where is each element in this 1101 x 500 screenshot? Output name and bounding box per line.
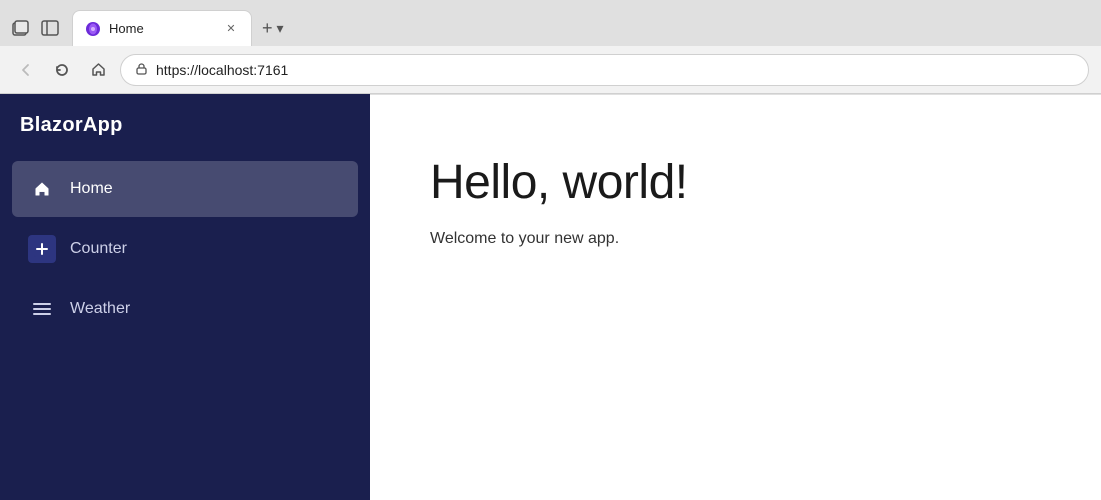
sidebar: BlazorApp Home [0,94,370,500]
address-bar: https://localhost:7161 [0,46,1101,94]
sidebar-item-counter[interactable]: Counter [12,221,358,277]
new-tab-button[interactable]: + ▾ [254,10,292,46]
url-text: https://localhost:7161 [156,62,288,78]
tab-title: Home [109,21,215,36]
weather-nav-icon [28,295,56,323]
lock-icon [135,62,148,78]
active-tab[interactable]: Home ✕ [72,10,252,46]
tabs-icon[interactable] [8,16,32,40]
sidebar-item-weather-label: Weather [70,300,130,318]
counter-nav-icon [28,235,56,263]
content-body: Hello, world! Welcome to your new app. [370,95,1101,308]
page-subtitle: Welcome to your new app. [430,230,1041,248]
home-button[interactable] [84,56,112,84]
sidebar-item-home[interactable]: Home [12,161,358,217]
tab-bar: Home ✕ + ▾ [0,0,1101,46]
back-button[interactable] [12,56,40,84]
url-bar[interactable]: https://localhost:7161 [120,54,1089,86]
sidebar-brand: BlazorApp [0,94,370,161]
main-content: Hello, world! Welcome to your new app. [370,94,1101,500]
sidebar-item-weather[interactable]: Weather [12,281,358,337]
tab-icon-group [8,16,62,46]
tab-close-button[interactable]: ✕ [223,21,239,37]
page-heading: Hello, world! [430,155,1041,210]
app-layout: BlazorApp Home [0,94,1101,500]
tab-favicon [85,21,101,37]
tab-dropdown-icon[interactable]: ▾ [277,20,284,37]
nav-items: Home Counter [0,161,370,341]
refresh-button[interactable] [48,56,76,84]
sidebar-toggle-icon[interactable] [38,16,62,40]
sidebar-item-counter-label: Counter [70,240,127,258]
new-tab-icon: + [262,18,273,39]
browser-chrome: Home ✕ + ▾ [0,0,1101,94]
home-nav-icon [28,175,56,203]
sidebar-item-home-label: Home [70,180,113,198]
